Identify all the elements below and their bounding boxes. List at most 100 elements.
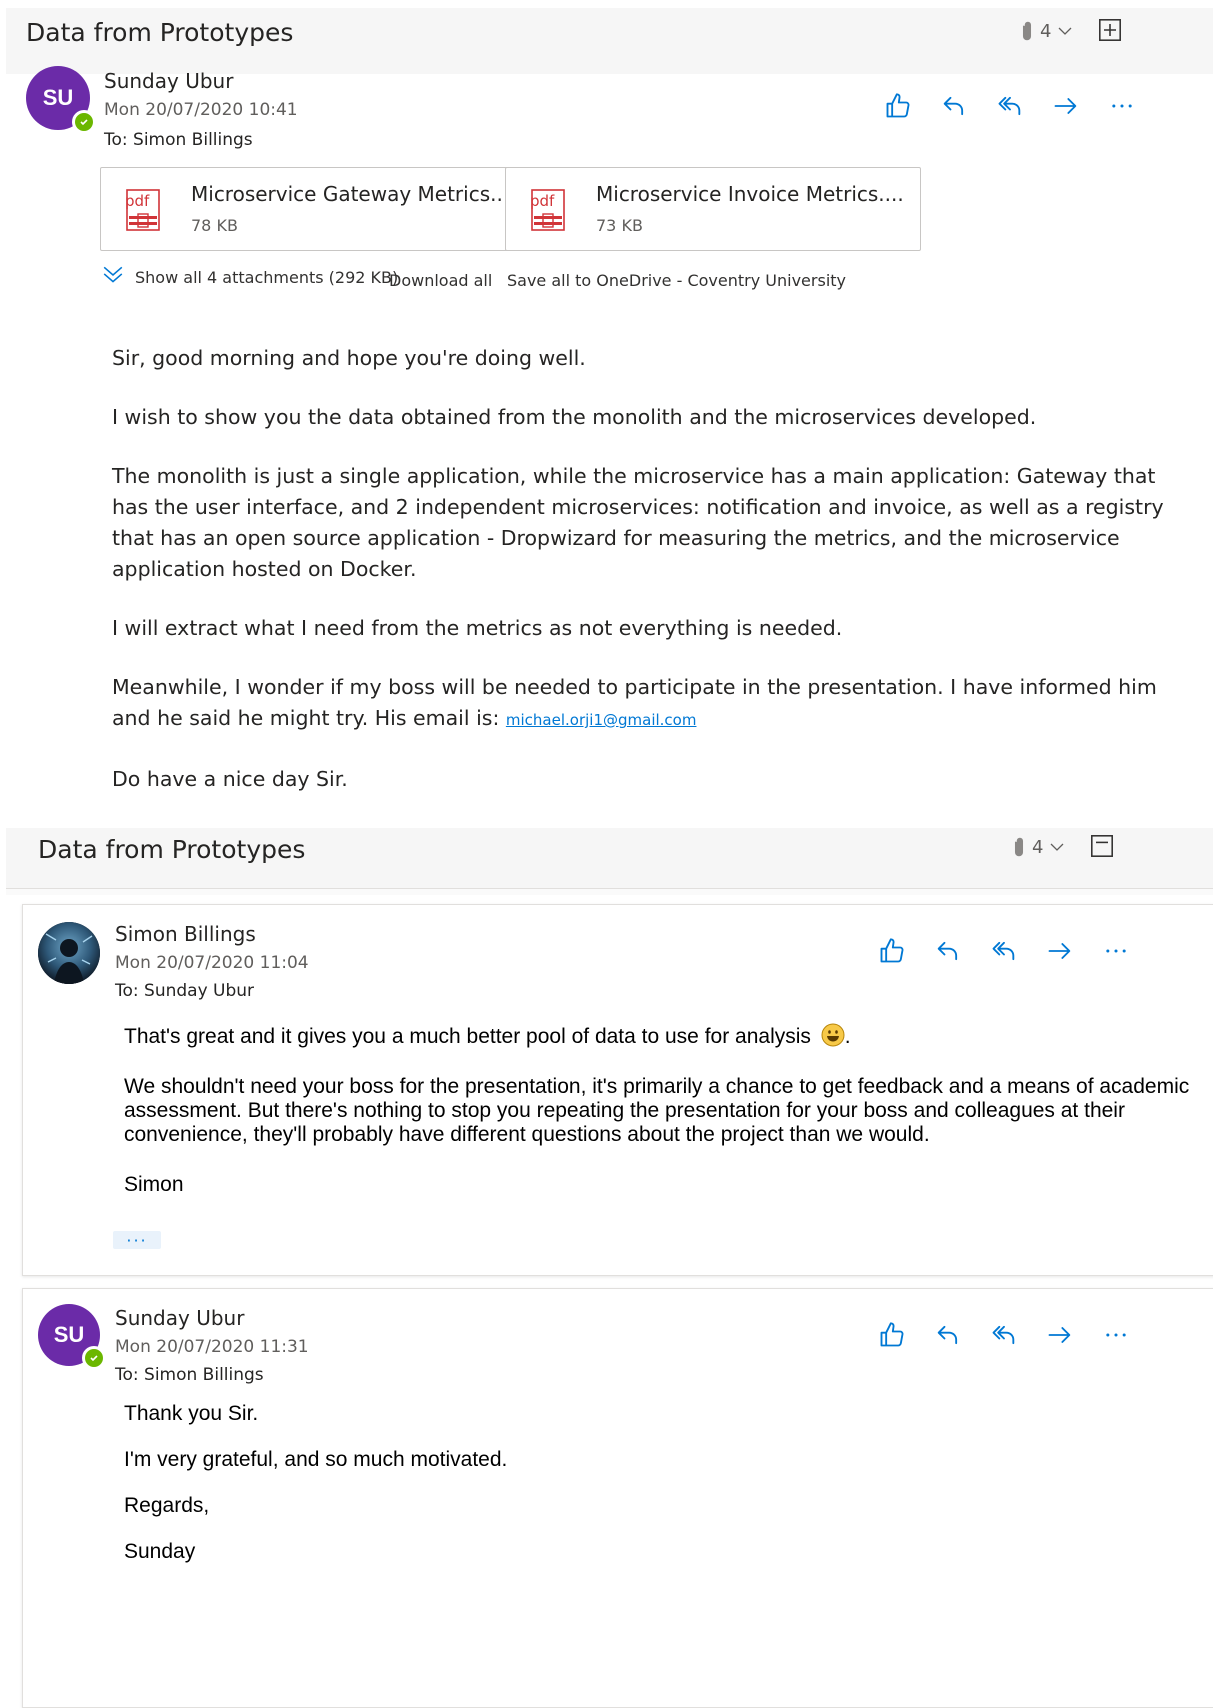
subject-title: Data from Prototypes <box>26 18 294 47</box>
recipients-line: To: Simon Billings <box>115 1365 264 1385</box>
collapse-icon <box>1090 834 1114 858</box>
recipients-line: To: Sunday Ubur <box>115 981 254 1001</box>
reply-icon <box>934 1321 962 1349</box>
body-paragraph-text: That's great and it gives you a much bet… <box>124 1025 811 1048</box>
message-date: Mon 20/07/2020 10:41 <box>104 100 298 120</box>
message-actions <box>882 90 1138 122</box>
more-actions-button[interactable] <box>1106 90 1138 122</box>
body-paragraph: Simon <box>124 1173 184 1196</box>
sender-name[interactable]: Sunday Ubur <box>115 1306 244 1330</box>
body-paragraph: I'm very grateful, and so much motivated… <box>124 1448 508 1471</box>
to-recipient[interactable]: Simon Billings <box>144 1365 264 1385</box>
avatar[interactable]: SU <box>26 66 96 134</box>
attachment-count[interactable]: 4 <box>1020 20 1073 42</box>
file-type-label: pdf <box>125 192 150 210</box>
more-icon <box>1102 937 1130 965</box>
body-paragraph: Thank you Sir. <box>124 1402 259 1425</box>
to-label: To: <box>104 130 128 150</box>
to-recipient[interactable]: Simon Billings <box>133 130 253 150</box>
reply-icon <box>934 937 962 965</box>
avatar[interactable] <box>38 922 100 984</box>
forward-icon <box>1046 1321 1074 1349</box>
attachment-count-value: 4 <box>1040 20 1052 42</box>
avatar-initials: SU <box>42 85 74 110</box>
thumbs-up-icon <box>878 937 906 965</box>
like-button[interactable] <box>882 90 914 122</box>
message-body: That's great and it gives you a much bet… <box>124 1023 1194 1223</box>
attachment-name: Microservice Gateway Metrics... <box>191 182 510 206</box>
attachment-size: 78 KB <box>191 216 238 235</box>
paperclip-icon <box>1012 836 1026 858</box>
message-actions <box>876 935 1132 967</box>
message-date: Mon 20/07/2020 11:31 <box>115 1337 309 1357</box>
body-paragraph: Sunday <box>124 1540 196 1563</box>
body-paragraph: I will extract what I need from the metr… <box>112 616 843 640</box>
forward-button[interactable] <box>1050 90 1082 122</box>
reply-all-button[interactable] <box>994 90 1026 122</box>
avatar[interactable]: SU <box>38 1304 106 1370</box>
expand-all-button[interactable] <box>1098 18 1122 42</box>
chevron-down-icon <box>1057 23 1073 39</box>
to-label: To: <box>115 981 139 1001</box>
thumbs-up-icon <box>884 92 912 120</box>
body-paragraph: Meanwhile, I wonder if my boss will be n… <box>112 672 1172 736</box>
forward-button[interactable] <box>1044 1319 1076 1351</box>
show-all-attachments-link[interactable]: Show all 4 attachments (292 KB) <box>135 268 398 287</box>
attachment-size: 73 KB <box>596 216 643 235</box>
avatar-initials: SU <box>53 1322 85 1347</box>
attachment-count-value: 4 <box>1032 836 1044 858</box>
recipients-line: To: Simon Billings <box>104 130 253 150</box>
reply-all-icon <box>990 937 1018 965</box>
forward-icon <box>1052 92 1080 120</box>
download-all-link[interactable]: Download all <box>389 271 492 290</box>
body-paragraph: Sir, good morning and hope you're doing … <box>112 346 586 370</box>
smiley-emoji-icon <box>821 1023 845 1047</box>
message-body: Sir, good morning and hope you're doing … <box>112 343 1172 823</box>
attachment-name: Microservice Invoice Metrics.... <box>596 182 904 206</box>
more-icon <box>1102 1321 1130 1349</box>
chevron-down-icon <box>1049 839 1065 855</box>
reply-button[interactable] <box>932 1319 964 1351</box>
sender-name[interactable]: Sunday Ubur <box>104 69 233 93</box>
more-actions-button[interactable] <box>1100 935 1132 967</box>
like-button[interactable] <box>876 1319 908 1351</box>
reply-icon <box>940 92 968 120</box>
attachment-count[interactable]: 4 <box>1012 836 1065 858</box>
file-type-label: pdf <box>530 192 555 210</box>
reply-all-button[interactable] <box>988 1319 1020 1351</box>
reply-button[interactable] <box>938 90 970 122</box>
collapse-all-button[interactable] <box>1090 834 1114 858</box>
double-chevron-down-icon <box>102 264 124 286</box>
body-paragraph: That's great and it gives you a much bet… <box>124 1023 851 1048</box>
like-button[interactable] <box>876 935 908 967</box>
reply-button[interactable] <box>932 935 964 967</box>
presence-available-icon <box>82 1346 106 1370</box>
thumbs-up-icon <box>878 1321 906 1349</box>
message-actions <box>876 1319 1132 1351</box>
save-all-onedrive-link[interactable]: Save all to OneDrive - Coventry Universi… <box>507 271 846 290</box>
more-icon <box>1108 92 1136 120</box>
body-paragraph: Regards, <box>124 1494 210 1517</box>
message-date: Mon 20/07/2020 11:04 <box>115 953 309 973</box>
forward-icon <box>1046 937 1074 965</box>
attachment-card[interactable]: pdf Microservice Invoice Metrics.... 73 … <box>505 167 921 251</box>
message-body: Thank you Sir. I'm very grateful, and so… <box>124 1402 1194 1586</box>
presence-available-icon <box>72 110 96 134</box>
body-paragraph: We shouldn't need your boss for the pres… <box>124 1075 1190 1146</box>
to-recipient[interactable]: Sunday Ubur <box>144 981 254 1001</box>
forward-button[interactable] <box>1044 935 1076 967</box>
body-paragraph: I wish to show you the data obtained fro… <box>112 405 1037 429</box>
attachment-card[interactable]: pdf Microservice Gateway Metrics... 78 K… <box>100 167 516 251</box>
more-actions-button[interactable] <box>1100 1319 1132 1351</box>
show-quoted-text-button[interactable]: ··· <box>113 1231 161 1250</box>
reply-all-button[interactable] <box>988 935 1020 967</box>
to-label: To: <box>115 1365 139 1385</box>
header-divider <box>6 888 1213 895</box>
subject-title: Data from Prototypes <box>38 835 306 864</box>
reply-all-icon <box>996 92 1024 120</box>
body-paragraph: The monolith is just a single applicatio… <box>112 464 1164 581</box>
expand-icon <box>1098 18 1122 42</box>
profile-photo-icon <box>38 922 100 984</box>
email-link[interactable]: michael.orji1@gmail.com <box>506 711 697 729</box>
sender-name[interactable]: Simon Billings <box>115 922 256 946</box>
